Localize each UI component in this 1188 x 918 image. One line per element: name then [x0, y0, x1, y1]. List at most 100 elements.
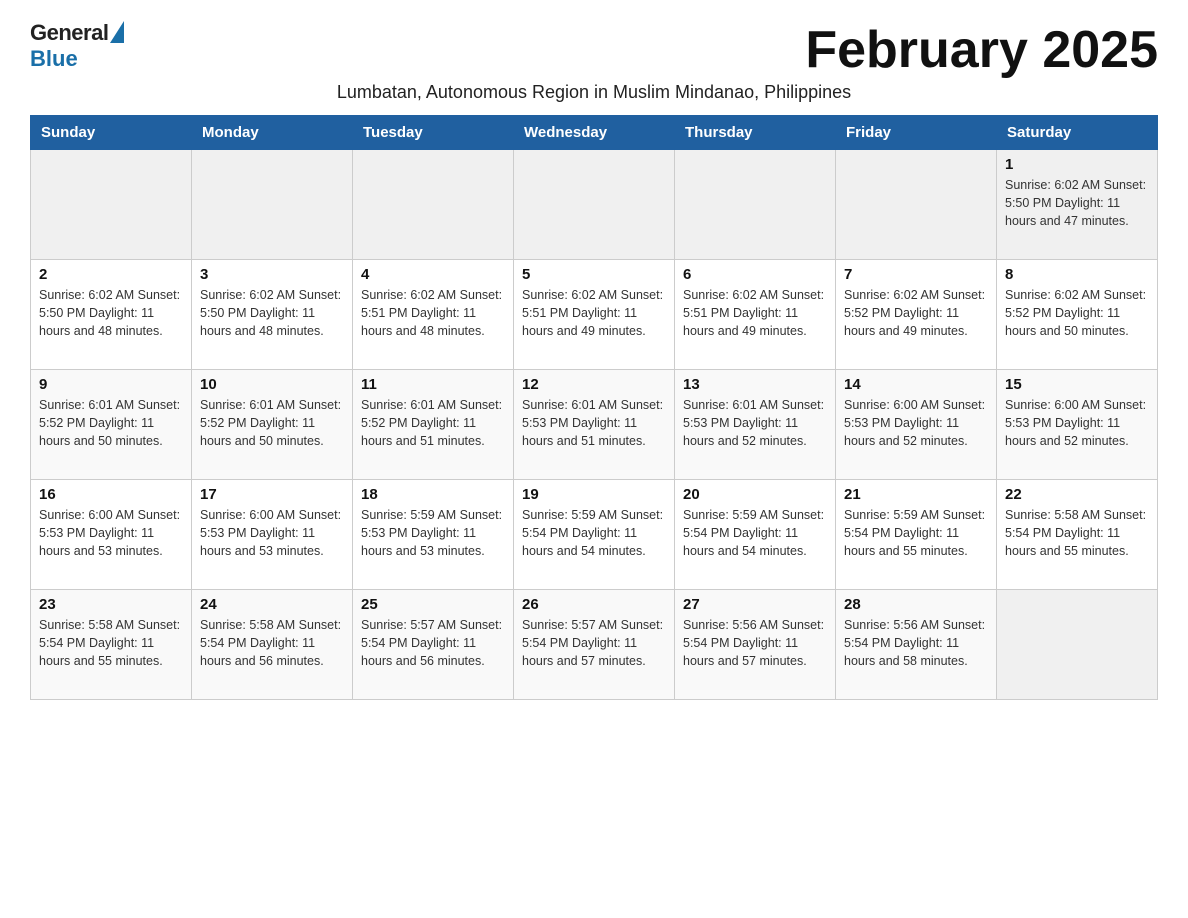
day-info: Sunrise: 6:01 AM Sunset: 5:52 PM Dayligh…	[361, 396, 505, 450]
day-info: Sunrise: 5:56 AM Sunset: 5:54 PM Dayligh…	[844, 616, 988, 670]
day-number: 12	[522, 376, 666, 393]
calendar-cell: 21 Sunrise: 5:59 AM Sunset: 5:54 PM Dayli…	[836, 480, 997, 590]
day-info: Sunrise: 6:01 AM Sunset: 5:52 PM Dayligh…	[200, 396, 344, 450]
day-number: 10	[200, 376, 344, 393]
calendar-cell: 25 Sunrise: 5:57 AM Sunset: 5:54 PM Dayli…	[353, 590, 514, 700]
calendar-cell: 4 Sunrise: 6:02 AM Sunset: 5:51 PM Daylig…	[353, 260, 514, 370]
day-info: Sunrise: 5:57 AM Sunset: 5:54 PM Dayligh…	[522, 616, 666, 670]
day-info: Sunrise: 6:01 AM Sunset: 5:52 PM Dayligh…	[39, 396, 183, 450]
day-info: Sunrise: 6:02 AM Sunset: 5:50 PM Dayligh…	[200, 286, 344, 340]
month-title: February 2025	[805, 20, 1158, 80]
calendar-cell	[675, 150, 836, 260]
page-header: General Blue February 2025	[30, 20, 1158, 80]
day-number: 19	[522, 486, 666, 503]
calendar-cell	[514, 150, 675, 260]
day-info: Sunrise: 6:02 AM Sunset: 5:51 PM Dayligh…	[522, 286, 666, 340]
day-info: Sunrise: 5:58 AM Sunset: 5:54 PM Dayligh…	[200, 616, 344, 670]
day-info: Sunrise: 6:01 AM Sunset: 5:53 PM Dayligh…	[522, 396, 666, 450]
calendar-body: 1 Sunrise: 6:02 AM Sunset: 5:50 PM Daylig…	[31, 150, 1158, 700]
day-number: 27	[683, 596, 827, 613]
calendar-cell: 16 Sunrise: 6:00 AM Sunset: 5:53 PM Dayli…	[31, 480, 192, 590]
day-info: Sunrise: 5:56 AM Sunset: 5:54 PM Dayligh…	[683, 616, 827, 670]
day-header-saturday: Saturday	[997, 116, 1158, 150]
day-info: Sunrise: 6:02 AM Sunset: 5:50 PM Dayligh…	[1005, 176, 1149, 230]
day-number: 4	[361, 266, 505, 283]
calendar-cell: 11 Sunrise: 6:01 AM Sunset: 5:52 PM Dayli…	[353, 370, 514, 480]
logo: General Blue	[30, 20, 124, 72]
day-number: 8	[1005, 266, 1149, 283]
logo-triangle-icon	[110, 21, 124, 43]
calendar-cell: 15 Sunrise: 6:00 AM Sunset: 5:53 PM Dayli…	[997, 370, 1158, 480]
day-number: 11	[361, 376, 505, 393]
day-info: Sunrise: 6:02 AM Sunset: 5:51 PM Dayligh…	[361, 286, 505, 340]
day-number: 23	[39, 596, 183, 613]
calendar-cell: 7 Sunrise: 6:02 AM Sunset: 5:52 PM Daylig…	[836, 260, 997, 370]
calendar-table: SundayMondayTuesdayWednesdayThursdayFrid…	[30, 115, 1158, 700]
day-info: Sunrise: 6:00 AM Sunset: 5:53 PM Dayligh…	[200, 506, 344, 560]
day-info: Sunrise: 6:01 AM Sunset: 5:53 PM Dayligh…	[683, 396, 827, 450]
day-info: Sunrise: 5:58 AM Sunset: 5:54 PM Dayligh…	[1005, 506, 1149, 560]
calendar-cell: 2Sunrise: 6:02 AM Sunset: 5:50 PM Daylig…	[31, 260, 192, 370]
calendar-cell: 28 Sunrise: 5:56 AM Sunset: 5:54 PM Dayli…	[836, 590, 997, 700]
calendar-cell: 18 Sunrise: 5:59 AM Sunset: 5:53 PM Dayli…	[353, 480, 514, 590]
calendar-cell: 20Sunrise: 5:59 AM Sunset: 5:54 PM Dayli…	[675, 480, 836, 590]
calendar-cell: 8 Sunrise: 6:02 AM Sunset: 5:52 PM Daylig…	[997, 260, 1158, 370]
subtitle: Lumbatan, Autonomous Region in Muslim Mi…	[30, 82, 1158, 103]
day-info: Sunrise: 6:02 AM Sunset: 5:52 PM Dayligh…	[844, 286, 988, 340]
day-header-sunday: Sunday	[31, 116, 192, 150]
day-number: 24	[200, 596, 344, 613]
day-number: 16	[39, 486, 183, 503]
day-info: Sunrise: 6:02 AM Sunset: 5:52 PM Dayligh…	[1005, 286, 1149, 340]
week-row-4: 16 Sunrise: 6:00 AM Sunset: 5:53 PM Dayli…	[31, 480, 1158, 590]
week-row-5: 23 Sunrise: 5:58 AM Sunset: 5:54 PM Dayli…	[31, 590, 1158, 700]
day-number: 15	[1005, 376, 1149, 393]
calendar-cell: 27 Sunrise: 5:56 AM Sunset: 5:54 PM Dayli…	[675, 590, 836, 700]
day-number: 21	[844, 486, 988, 503]
calendar-header: SundayMondayTuesdayWednesdayThursdayFrid…	[31, 116, 1158, 150]
day-number: 5	[522, 266, 666, 283]
day-header-tuesday: Tuesday	[353, 116, 514, 150]
day-info: Sunrise: 5:59 AM Sunset: 5:54 PM Dayligh…	[844, 506, 988, 560]
day-info: Sunrise: 6:02 AM Sunset: 5:51 PM Dayligh…	[683, 286, 827, 340]
day-number: 6	[683, 266, 827, 283]
day-number: 22	[1005, 486, 1149, 503]
days-of-week-row: SundayMondayTuesdayWednesdayThursdayFrid…	[31, 116, 1158, 150]
day-info: Sunrise: 6:00 AM Sunset: 5:53 PM Dayligh…	[844, 396, 988, 450]
day-info: Sunrise: 5:59 AM Sunset: 5:53 PM Dayligh…	[361, 506, 505, 560]
calendar-cell	[31, 150, 192, 260]
calendar-cell: 12 Sunrise: 6:01 AM Sunset: 5:53 PM Dayli…	[514, 370, 675, 480]
calendar-cell: 19Sunrise: 5:59 AM Sunset: 5:54 PM Dayli…	[514, 480, 675, 590]
day-number: 1	[1005, 156, 1149, 173]
day-number: 17	[200, 486, 344, 503]
day-number: 9	[39, 376, 183, 393]
calendar-cell	[192, 150, 353, 260]
day-number: 18	[361, 486, 505, 503]
day-info: Sunrise: 6:02 AM Sunset: 5:50 PM Dayligh…	[39, 286, 183, 340]
logo-general-text: General	[30, 20, 108, 46]
day-header-wednesday: Wednesday	[514, 116, 675, 150]
calendar-cell: 22 Sunrise: 5:58 AM Sunset: 5:54 PM Dayli…	[997, 480, 1158, 590]
day-info: Sunrise: 5:58 AM Sunset: 5:54 PM Dayligh…	[39, 616, 183, 670]
day-info: Sunrise: 5:57 AM Sunset: 5:54 PM Dayligh…	[361, 616, 505, 670]
week-row-1: 1 Sunrise: 6:02 AM Sunset: 5:50 PM Daylig…	[31, 150, 1158, 260]
calendar-cell: 24 Sunrise: 5:58 AM Sunset: 5:54 PM Dayli…	[192, 590, 353, 700]
calendar-cell: 10 Sunrise: 6:01 AM Sunset: 5:52 PM Dayli…	[192, 370, 353, 480]
day-header-friday: Friday	[836, 116, 997, 150]
calendar-cell: 6 Sunrise: 6:02 AM Sunset: 5:51 PM Daylig…	[675, 260, 836, 370]
day-number: 25	[361, 596, 505, 613]
calendar-cell: 13Sunrise: 6:01 AM Sunset: 5:53 PM Dayli…	[675, 370, 836, 480]
day-number: 28	[844, 596, 988, 613]
calendar-cell: 9 Sunrise: 6:01 AM Sunset: 5:52 PM Daylig…	[31, 370, 192, 480]
day-info: Sunrise: 6:00 AM Sunset: 5:53 PM Dayligh…	[1005, 396, 1149, 450]
day-number: 7	[844, 266, 988, 283]
calendar-cell: 17 Sunrise: 6:00 AM Sunset: 5:53 PM Dayli…	[192, 480, 353, 590]
week-row-3: 9 Sunrise: 6:01 AM Sunset: 5:52 PM Daylig…	[31, 370, 1158, 480]
week-row-2: 2Sunrise: 6:02 AM Sunset: 5:50 PM Daylig…	[31, 260, 1158, 370]
calendar-cell: 1 Sunrise: 6:02 AM Sunset: 5:50 PM Daylig…	[997, 150, 1158, 260]
calendar-cell: 14Sunrise: 6:00 AM Sunset: 5:53 PM Dayli…	[836, 370, 997, 480]
day-info: Sunrise: 6:00 AM Sunset: 5:53 PM Dayligh…	[39, 506, 183, 560]
day-number: 26	[522, 596, 666, 613]
calendar-cell	[353, 150, 514, 260]
logo-blue-text: Blue	[30, 46, 78, 72]
calendar-cell: 3Sunrise: 6:02 AM Sunset: 5:50 PM Daylig…	[192, 260, 353, 370]
